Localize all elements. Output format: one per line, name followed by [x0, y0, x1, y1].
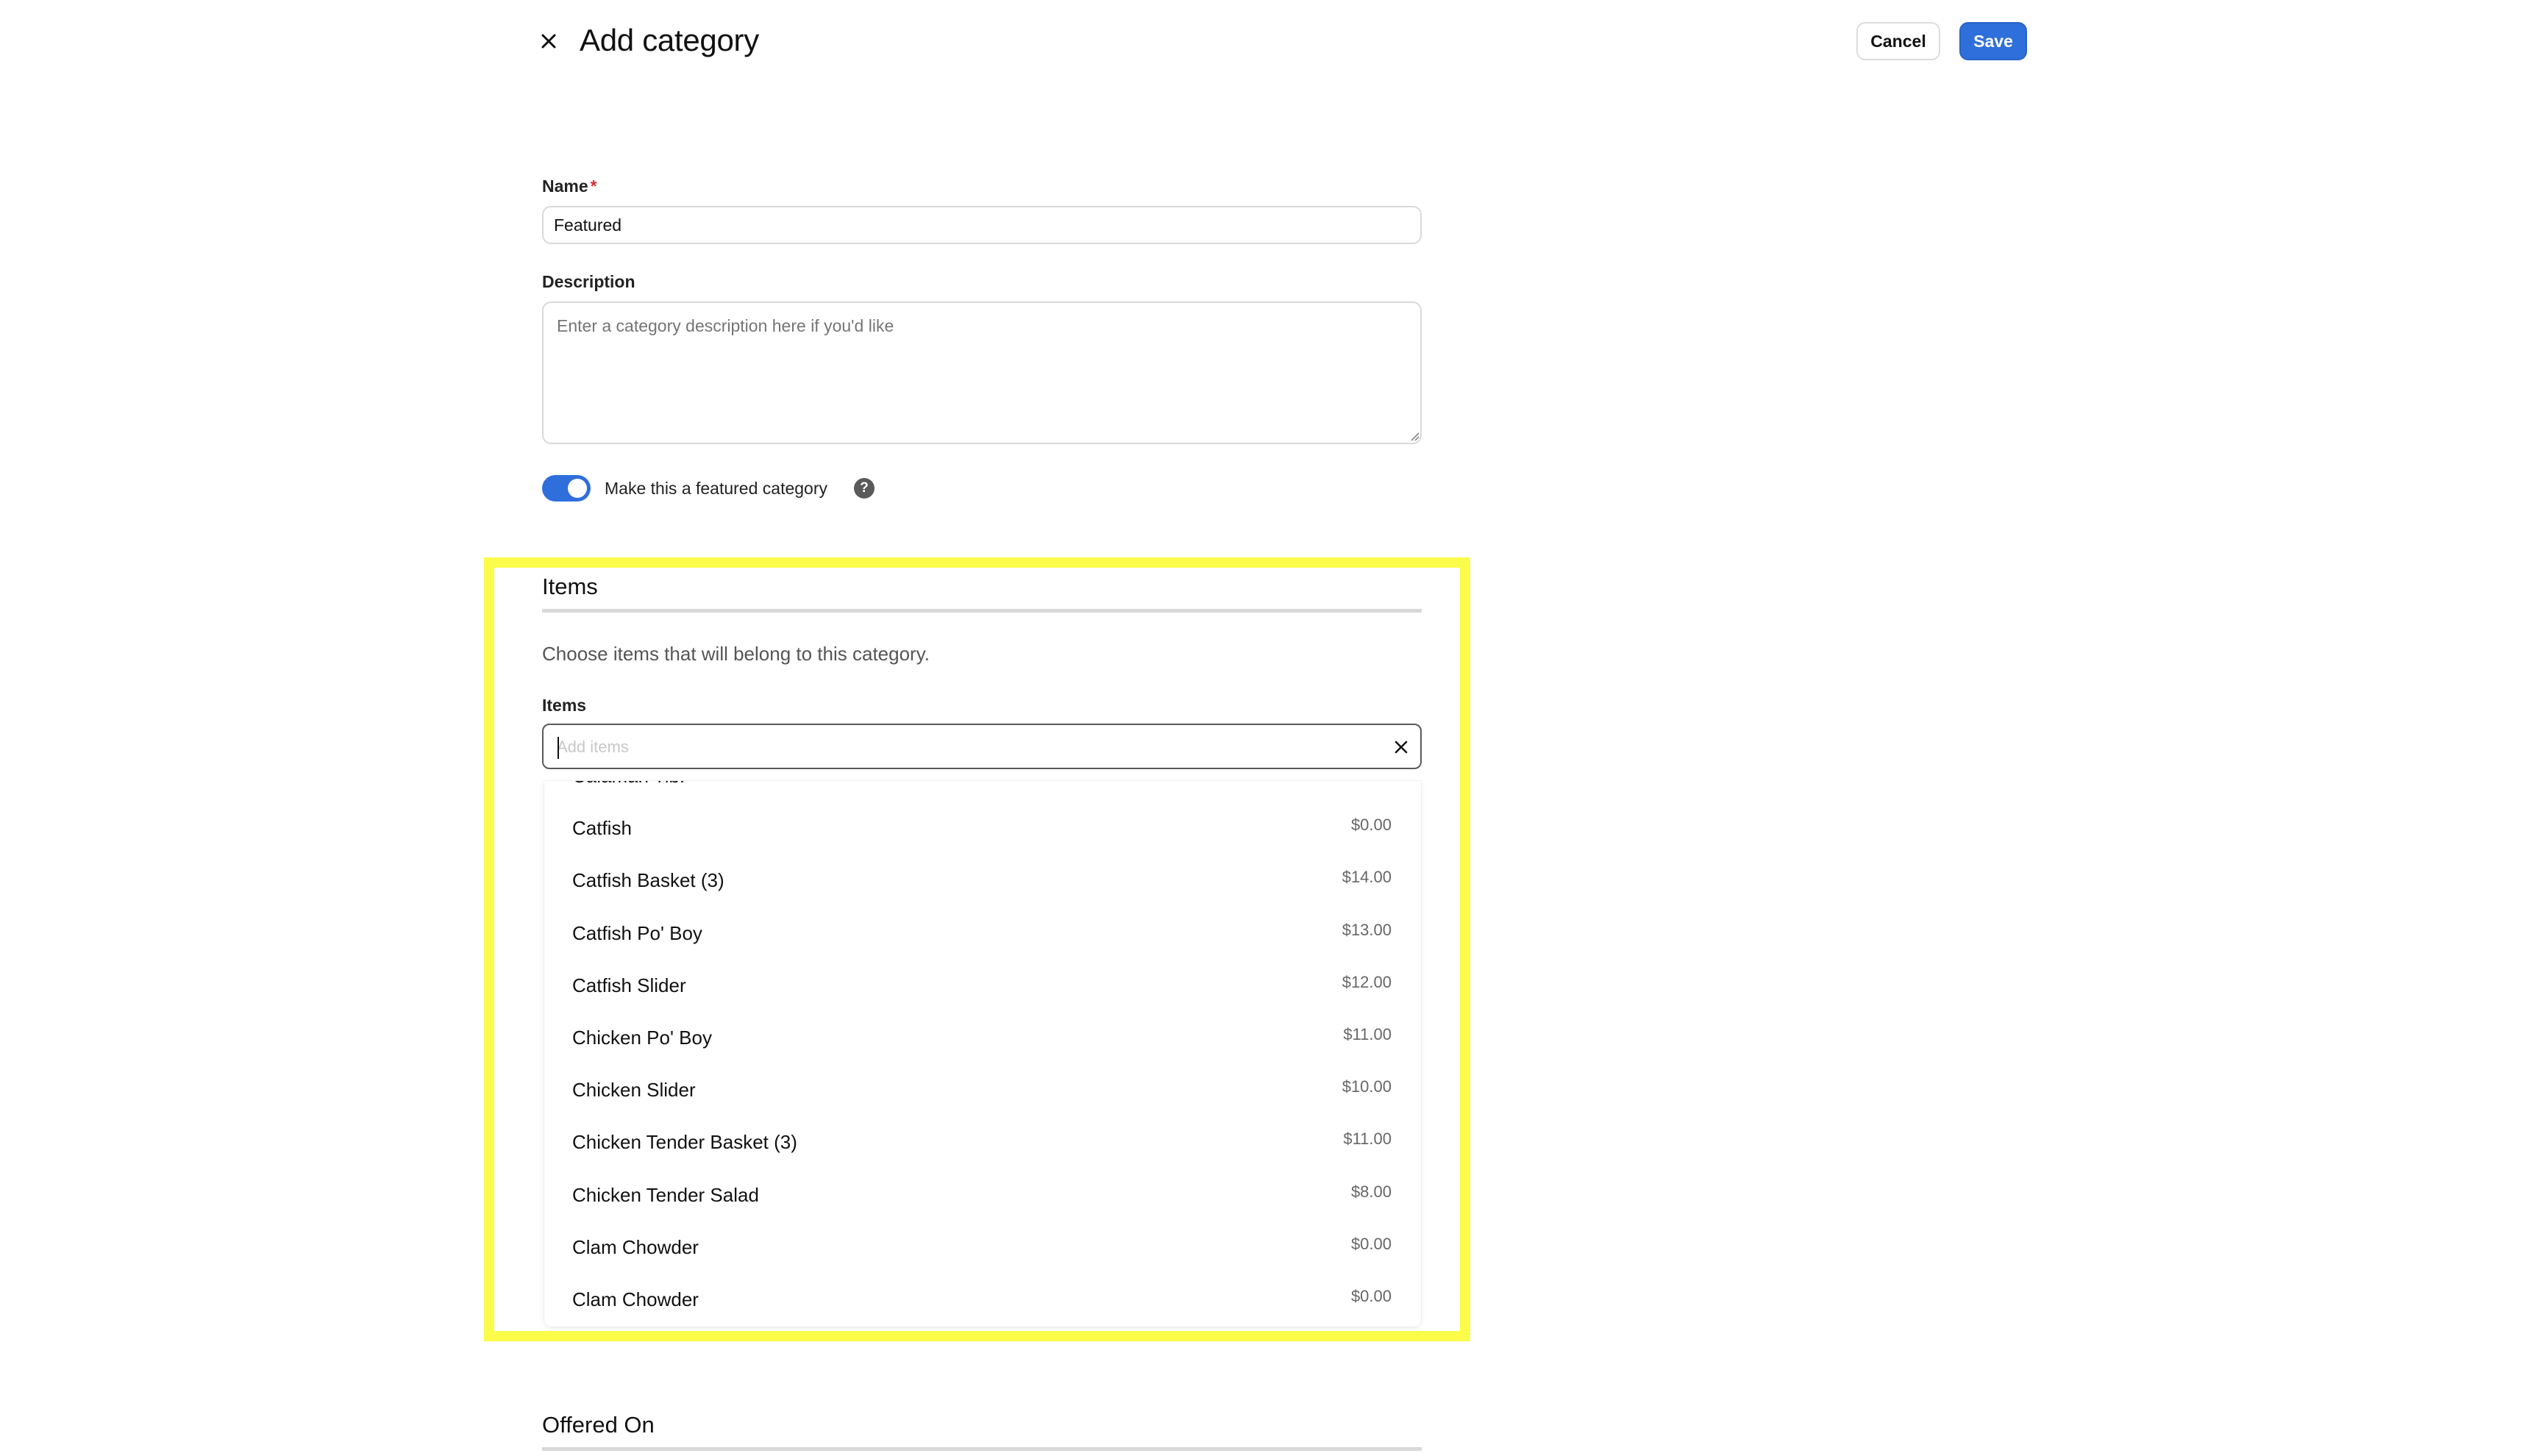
option-price: $8.00 — [1350, 1182, 1392, 1201]
items-field-label: Items — [542, 696, 587, 715]
items-dropdown-list: Calamari Tib. $11.00 Catfish $0.00 Catfish B… — [544, 781, 1421, 1324]
option-price: $12.00 — [1342, 972, 1392, 991]
dropdown-option[interactable]: Catfish Po' Boy $13.00 — [544, 906, 1421, 958]
items-section-divider — [542, 609, 1422, 613]
save-button[interactable]: Save — [1959, 22, 2027, 60]
featured-toggle-label: Make this a featured category — [605, 479, 827, 498]
items-section-description: Choose items that will belong to this ca… — [542, 643, 930, 665]
option-name: Chicken Tender Basket (3) — [572, 1131, 797, 1154]
option-price: $11.00 — [1343, 781, 1392, 782]
option-price: $13.00 — [1342, 920, 1392, 939]
items-search-input[interactable] — [557, 735, 1366, 759]
option-price: $11.00 — [1343, 1130, 1392, 1149]
option-name: Chicken Po' Boy — [572, 1026, 712, 1049]
dropdown-option[interactable]: Catfish Basket (3) $14.00 — [544, 853, 1421, 905]
option-price: $14.00 — [1342, 868, 1392, 887]
option-price: $0.00 — [1350, 1234, 1392, 1253]
cancel-button[interactable]: Cancel — [1856, 22, 1940, 60]
option-name: Catfish — [572, 817, 632, 840]
option-name: Clam Chowder — [572, 1235, 699, 1258]
clear-icon[interactable] — [1391, 737, 1411, 757]
option-name: Calamari Tib. — [572, 781, 685, 788]
offered-on-section-divider — [542, 1447, 1422, 1451]
option-price: $0.00 — [1350, 1286, 1392, 1305]
name-field[interactable]: Featured — [542, 206, 1422, 244]
help-icon[interactable]: ? — [854, 478, 875, 499]
text-caret — [558, 737, 559, 759]
dropdown-option[interactable]: Catfish Slider $12.00 — [544, 958, 1421, 1010]
option-price: $10.00 — [1342, 1077, 1392, 1096]
items-search-field[interactable] — [542, 724, 1422, 769]
option-name: Chicken Slider — [572, 1079, 696, 1102]
option-name: Catfish Basket (3) — [572, 869, 724, 892]
option-name: Catfish Slider — [572, 974, 686, 996]
option-price: $0.00 — [1350, 816, 1392, 835]
dropdown-option[interactable]: Catfish $0.00 — [544, 801, 1421, 853]
option-name: Clam Chowder — [572, 1288, 699, 1310]
header: Add category Cancel Save — [0, 0, 2536, 81]
items-section-title: Items — [542, 574, 598, 599]
required-mark: * — [590, 176, 597, 196]
dropdown-option[interactable]: Clam Chowder $0.00 — [544, 1272, 1421, 1324]
dropdown-option[interactable]: Chicken Tender Basket (3) $11.00 — [544, 1115, 1421, 1167]
option-price: $11.00 — [1343, 1024, 1392, 1043]
close-icon[interactable] — [534, 26, 563, 56]
resize-grip-icon[interactable] — [1409, 431, 1420, 441]
dropdown-option[interactable]: Chicken Po' Boy $11.00 — [544, 1010, 1421, 1063]
dropdown-option[interactable]: Chicken Slider $10.00 — [544, 1063, 1421, 1115]
option-name: Catfish Po' Boy — [572, 921, 702, 944]
offered-on-section-title: Offered On — [542, 1412, 655, 1438]
toggle-knob — [568, 479, 587, 498]
dropdown-option[interactable]: Calamari Tib. $11.00 — [544, 781, 1421, 801]
featured-toggle[interactable] — [542, 475, 591, 502]
dropdown-option[interactable]: Chicken Tender Salad $8.00 — [544, 1168, 1421, 1220]
page-title: Add category — [580, 23, 759, 57]
items-dropdown[interactable]: Calamari Tib. $11.00 Catfish $0.00 Catfish B… — [544, 781, 1421, 1327]
dropdown-option[interactable]: Clam Chowder $0.00 — [544, 1220, 1421, 1272]
name-label-text: Name — [542, 176, 588, 196]
description-field[interactable] — [542, 301, 1422, 444]
description-label: Description — [542, 272, 635, 291]
name-label: Name * — [542, 176, 597, 196]
option-name: Chicken Tender Salad — [572, 1183, 759, 1206]
